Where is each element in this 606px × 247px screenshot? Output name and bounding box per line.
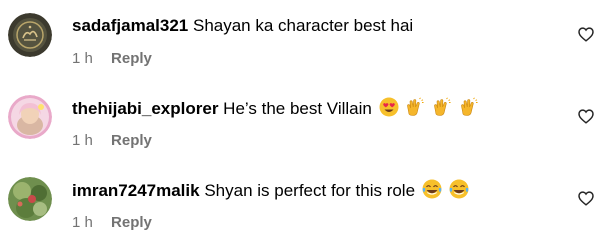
comment-meta: 1 h Reply bbox=[72, 214, 152, 232]
comment-time: 1 h bbox=[72, 50, 93, 67]
comments-list: sadafjamal321 Shayan ka character best h… bbox=[0, 0, 606, 247]
heart-outline-icon[interactable] bbox=[578, 27, 594, 42]
comment-username[interactable]: imran7247malik bbox=[72, 181, 200, 200]
reply-button[interactable]: Reply bbox=[111, 50, 152, 67]
heart-eyes-emoji bbox=[379, 97, 399, 117]
clapping-hands-emoji bbox=[460, 97, 478, 116]
reply-button[interactable]: Reply bbox=[111, 132, 152, 149]
comment-meta: 1 h Reply bbox=[72, 50, 152, 68]
comment-username[interactable]: sadafjamal321 bbox=[72, 16, 188, 35]
comment-line: imran7247malik Shyan is perfect for this… bbox=[72, 179, 469, 202]
comment-time: 1 h bbox=[72, 132, 93, 149]
comment-item: sadafjamal321 Shayan ka character best h… bbox=[0, 0, 606, 82]
comment-line: thehijabi_explorer He’s the best Villain bbox=[72, 97, 479, 120]
comment-text: Shyan is perfect for this role bbox=[204, 181, 416, 200]
avatar[interactable] bbox=[8, 177, 52, 221]
comment-text: He’s the best Villain bbox=[223, 99, 372, 118]
heart-outline-icon[interactable] bbox=[578, 191, 594, 206]
comment-meta: 1 h Reply bbox=[72, 132, 152, 150]
comment-username[interactable]: thehijabi_explorer bbox=[72, 99, 218, 118]
clapping-hands-emoji bbox=[434, 97, 451, 116]
comment-item: thehijabi_explorer He’s the best Villain bbox=[0, 82, 606, 164]
heart-outline-icon[interactable] bbox=[578, 109, 594, 124]
comment-time: 1 h bbox=[72, 214, 93, 231]
comment-item: imran7247malik Shyan is perfect for this… bbox=[0, 164, 606, 246]
comment-line: sadafjamal321 Shayan ka character best h… bbox=[72, 15, 413, 37]
tears-of-joy-emoji bbox=[422, 179, 442, 199]
tears-of-joy-emoji bbox=[449, 179, 469, 199]
avatar[interactable] bbox=[8, 95, 52, 139]
comment-text: Shayan ka character best hai bbox=[192, 16, 414, 35]
clapping-hands-emoji bbox=[407, 97, 424, 116]
reply-button[interactable]: Reply bbox=[111, 214, 152, 231]
avatar[interactable] bbox=[8, 13, 52, 57]
